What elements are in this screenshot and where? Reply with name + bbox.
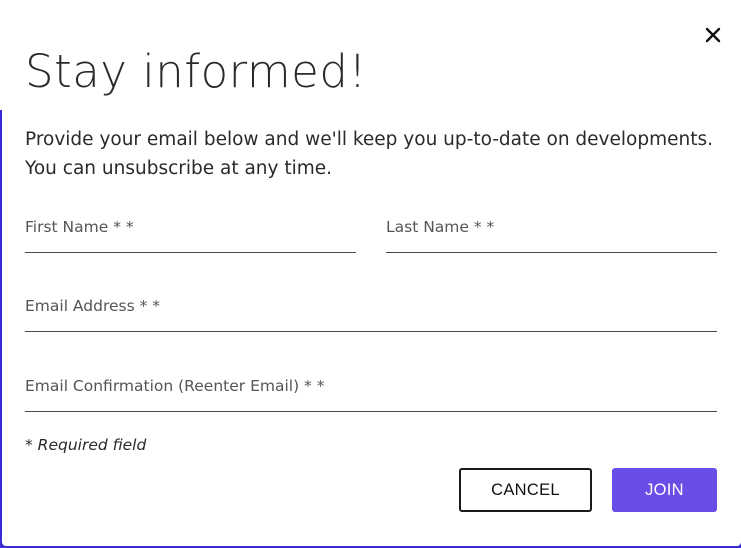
email-confirmation-field[interactable]: Email Confirmation (Reenter Email) * * xyxy=(25,359,717,412)
email-field[interactable]: Email Address * * xyxy=(25,279,717,332)
required-field-note: * Required field xyxy=(25,436,147,454)
cancel-button[interactable]: CANCEL xyxy=(459,468,592,512)
description-line-2: You can unsubscribe at any time. xyxy=(25,158,333,179)
signup-modal: Stay informed! Provide your email below … xyxy=(2,0,741,546)
join-button[interactable]: JOIN xyxy=(612,468,717,512)
close-icon xyxy=(705,27,721,43)
first-name-label: First Name * * xyxy=(25,218,134,236)
email-label: Email Address * * xyxy=(25,297,161,315)
modal-description: Provide your email below and we'll keep … xyxy=(25,125,715,183)
first-name-field[interactable]: First Name * * xyxy=(25,200,356,253)
close-button[interactable] xyxy=(702,24,724,46)
email-confirmation-label: Email Confirmation (Reenter Email) * * xyxy=(25,377,325,395)
description-line-1: Provide your email below and we'll keep … xyxy=(25,129,713,150)
modal-title: Stay informed! xyxy=(25,45,367,98)
last-name-label: Last Name * * xyxy=(386,218,495,236)
last-name-field[interactable]: Last Name * * xyxy=(386,200,717,253)
